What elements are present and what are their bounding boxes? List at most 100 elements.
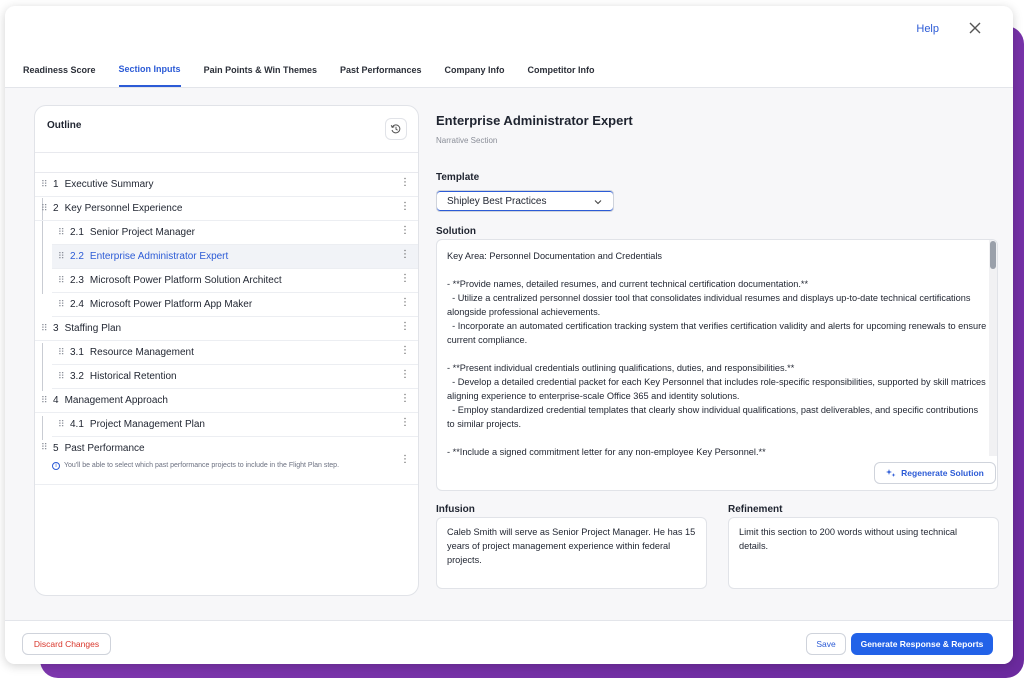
- outline-item-power-platform-app-maker[interactable]: ⠿ 2.4 Microsoft Power Platform App Maker…: [52, 293, 418, 317]
- outline-item-past-performance[interactable]: ⠿ 5 Past Performance ⋮ i You'll be able …: [35, 437, 418, 485]
- refinement-textarea[interactable]: Limit this section to 200 words without …: [728, 517, 999, 589]
- outline-item-management-approach[interactable]: ⠿ 4 Management Approach ⋮: [35, 389, 418, 413]
- drag-handle-icon[interactable]: ⠿: [58, 372, 65, 381]
- history-button[interactable]: [385, 118, 407, 140]
- outline-item-label: Senior Project Manager: [89, 227, 195, 238]
- drag-handle-icon[interactable]: ⠿: [58, 252, 65, 261]
- tab-section-inputs[interactable]: Section Inputs: [118, 52, 181, 87]
- solution-scrollbar[interactable]: [989, 240, 997, 456]
- infusion-textarea[interactable]: Caleb Smith will serve as Senior Project…: [436, 517, 707, 589]
- outline-item-label: Historical Retention: [89, 371, 177, 382]
- solution-textarea[interactable]: Key Area: Personnel Documentation and Cr…: [436, 239, 998, 491]
- outline-item-staffing-plan[interactable]: ⠿ 3 Staffing Plan ⋮: [35, 317, 418, 341]
- outline-item-key-personnel-experience[interactable]: ⠿ 2 Key Personnel Experience ⋮: [35, 197, 418, 221]
- drag-handle-icon[interactable]: ⠿: [41, 324, 48, 333]
- more-options-icon[interactable]: ⋮: [400, 346, 410, 356]
- outline-item-number: 2: [53, 203, 59, 214]
- tab-readiness-score[interactable]: Readiness Score: [23, 52, 96, 87]
- drag-handle-icon[interactable]: ⠿: [58, 300, 65, 309]
- outline-item-resource-management[interactable]: ⠿ 3.1 Resource Management ⋮: [52, 341, 418, 365]
- outline-item-number: 1: [53, 179, 59, 190]
- outline-item-number: 2.1: [70, 227, 84, 238]
- regenerate-solution-button[interactable]: Regenerate Solution: [874, 462, 996, 484]
- outline-item-number: 3: [53, 323, 59, 334]
- outline-item-label: Executive Summary: [64, 179, 154, 190]
- drag-handle-icon[interactable]: ⠿: [58, 228, 65, 237]
- save-button[interactable]: Save: [806, 633, 846, 655]
- more-options-icon[interactable]: ⋮: [400, 202, 410, 212]
- history-icon: [390, 124, 401, 134]
- past-performance-note: i You'll be able to select which past pe…: [52, 461, 382, 471]
- more-options-icon[interactable]: ⋮: [400, 298, 410, 308]
- outline-item-label: Past Performance: [64, 443, 145, 454]
- outline-title: Outline: [47, 120, 82, 131]
- outline-item-senior-project-manager[interactable]: ⠿ 2.1 Senior Project Manager ⋮: [52, 221, 418, 245]
- scrollbar-thumb[interactable]: [990, 241, 996, 269]
- tab-competitor-info[interactable]: Competitor Info: [528, 52, 595, 87]
- tab-past-performances[interactable]: Past Performances: [340, 52, 422, 87]
- outline-item-number: 3.1: [70, 347, 84, 358]
- modal-header: Help: [5, 6, 1013, 52]
- drag-handle-icon[interactable]: ⠿: [41, 204, 48, 213]
- outline-divider: [35, 152, 418, 153]
- solution-label: Solution: [436, 226, 476, 237]
- tree-connector: [42, 343, 43, 391]
- tab-company-info[interactable]: Company Info: [445, 52, 505, 87]
- modal-footer: Discard Changes Save Generate Response &…: [5, 620, 1013, 664]
- more-options-icon[interactable]: ⋮: [400, 322, 410, 332]
- chevron-down-icon: [594, 200, 602, 205]
- outline-item-label: Microsoft Power Platform Solution Archit…: [89, 275, 282, 286]
- sparkle-icon: [886, 469, 896, 477]
- tab-pain-points-win-themes[interactable]: Pain Points & Win Themes: [204, 52, 317, 87]
- more-options-icon[interactable]: ⋮: [400, 274, 410, 284]
- tab-bar: Readiness Score Section Inputs Pain Poin…: [5, 52, 1013, 88]
- generate-response-reports-button[interactable]: Generate Response & Reports: [851, 633, 993, 655]
- outline-item-label: Project Management Plan: [89, 419, 205, 430]
- more-options-icon[interactable]: ⋮: [400, 418, 410, 428]
- drag-handle-icon[interactable]: ⠿: [58, 348, 65, 357]
- drag-handle-icon[interactable]: ⠿: [41, 180, 48, 189]
- outline-item-label: Resource Management: [89, 347, 194, 358]
- outline-item-number: 4: [53, 395, 59, 406]
- refinement-label: Refinement: [728, 504, 783, 515]
- more-options-icon[interactable]: ⋮: [400, 394, 410, 404]
- drag-handle-icon[interactable]: ⠿: [58, 276, 65, 285]
- outline-item-project-management-plan[interactable]: ⠿ 4.1 Project Management Plan ⋮: [52, 413, 418, 437]
- outline-item-number: 3.2: [70, 371, 84, 382]
- outline-item-historical-retention[interactable]: ⠿ 3.2 Historical Retention ⋮: [52, 365, 418, 389]
- more-options-icon[interactable]: ⋮: [400, 226, 410, 236]
- more-options-icon[interactable]: ⋮: [400, 455, 410, 465]
- outline-item-number: 2.3: [70, 275, 84, 286]
- outline-list: ⠿ 1 Executive Summary ⋮ ⠿ 2 Key Personne…: [35, 172, 418, 485]
- drag-handle-icon[interactable]: ⠿: [58, 420, 65, 429]
- outline-item-label: Management Approach: [64, 395, 168, 406]
- outline-item-number: 2.4: [70, 299, 84, 310]
- discard-changes-button[interactable]: Discard Changes: [22, 633, 111, 655]
- section-inputs-modal: Help Readiness Score Section Inputs Pain…: [5, 6, 1013, 664]
- close-icon[interactable]: [967, 20, 983, 36]
- more-options-icon[interactable]: ⋮: [400, 370, 410, 380]
- template-select-value: Shipley Best Practices: [447, 196, 547, 207]
- template-label: Template: [436, 172, 480, 183]
- more-options-icon[interactable]: ⋮: [400, 178, 410, 188]
- outline-item-number: 5: [53, 443, 59, 454]
- help-link[interactable]: Help: [916, 23, 939, 35]
- outline-item-label: Enterprise Administrator Expert: [89, 251, 229, 262]
- infusion-label: Infusion: [436, 504, 475, 515]
- more-options-icon[interactable]: ⋮: [400, 250, 410, 260]
- outline-panel: Outline ⠿ 1 Executive Summary ⋮ ⠿ 2 Key: [34, 105, 419, 596]
- solution-text: Key Area: Personnel Documentation and Cr…: [447, 251, 987, 457]
- outline-item-executive-summary[interactable]: ⠿ 1 Executive Summary ⋮: [35, 173, 418, 197]
- outline-item-enterprise-administrator-expert[interactable]: ⠿ 2.2 Enterprise Administrator Expert ⋮: [52, 245, 418, 269]
- outline-item-number: 2.2: [70, 251, 84, 262]
- info-icon: i: [52, 462, 60, 470]
- outline-item-label: Staffing Plan: [64, 323, 122, 334]
- drag-handle-icon[interactable]: ⠿: [41, 443, 48, 452]
- outline-item-power-platform-solution-architect[interactable]: ⠿ 2.3 Microsoft Power Platform Solution …: [52, 269, 418, 293]
- drag-handle-icon[interactable]: ⠿: [41, 396, 48, 405]
- outline-item-number: 4.1: [70, 419, 84, 430]
- outline-item-label: Key Personnel Experience: [64, 203, 183, 214]
- outline-item-label: Microsoft Power Platform App Maker: [89, 299, 253, 310]
- regenerate-solution-label: Regenerate Solution: [901, 468, 984, 478]
- template-select[interactable]: Shipley Best Practices: [436, 190, 614, 212]
